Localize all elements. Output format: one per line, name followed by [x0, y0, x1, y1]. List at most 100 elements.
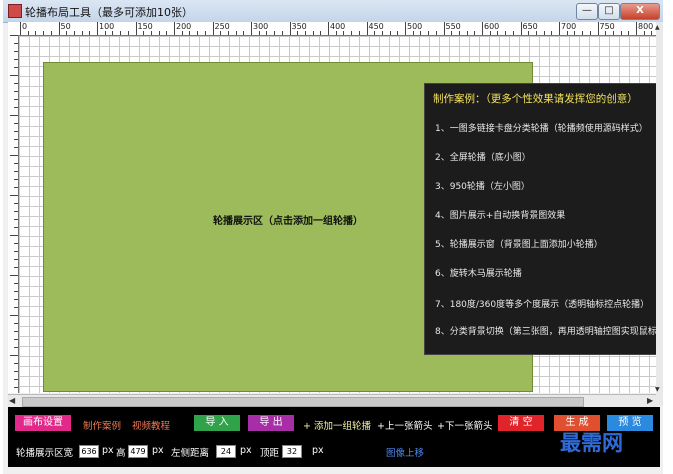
top-distance-field[interactable]: 32 [282, 445, 302, 458]
import-button[interactable]: 导 入 [194, 415, 240, 431]
design-canvas[interactable]: 轮播展示区（点击添加一组轮播） 制作案例：（更多个性效果请发挥您的创意） 1、一… [19, 36, 656, 393]
ruler-tick [328, 22, 329, 35]
ruler-tick [466, 31, 468, 35]
ruler-tick [14, 179, 18, 180]
ruler-tick [451, 31, 453, 35]
left-distance-field[interactable]: 24 [216, 445, 236, 458]
example-item[interactable]: 7、180度/360度等多个度展示（透明轴标控点轮播） [435, 297, 649, 310]
ruler-tick [158, 31, 160, 35]
horizontal-scrollbar[interactable]: ◀ ▶ [8, 394, 656, 407]
ruler-tick [14, 347, 18, 348]
ruler-tick [582, 31, 584, 35]
ruler-tick [104, 31, 106, 35]
ruler-tick [474, 31, 476, 35]
ruler-label: 450 [368, 22, 384, 31]
ruler-tick [97, 22, 98, 35]
example-item[interactable]: 5、轮播展示窗（背景图上面添加小轮播） [435, 237, 603, 250]
maximize-button[interactable]: □ [598, 3, 620, 20]
ruler-label: 100 [99, 22, 115, 31]
scroll-right-icon[interactable]: ▶ [647, 396, 653, 405]
ruler-tick [166, 31, 168, 35]
area-width-field[interactable]: 636 [79, 445, 99, 458]
example-item[interactable]: 8、分类背景切换（第三张图，再用透明轴控图实现鼠标 [435, 324, 656, 337]
ruler-label: 550 [445, 22, 461, 31]
example-item[interactable]: 4、图片展示+自动换背景图效果 [435, 208, 565, 221]
clear-button[interactable]: 清 空 [498, 415, 544, 431]
ruler-tick [43, 31, 45, 35]
ruler-tick [14, 171, 18, 172]
ruler-tick [366, 22, 368, 35]
ruler-tick [251, 22, 252, 35]
ruler-tick [14, 203, 18, 204]
video-tutorial-link[interactable]: 视频教程 [132, 418, 170, 432]
example-item[interactable]: 3、950轮播（左小图） [435, 179, 530, 192]
ruler-tick [497, 31, 499, 35]
example-item[interactable]: 6、旋转木马展示轮播 [435, 266, 522, 279]
example-item[interactable]: 2、全屏轮播（底小图） [435, 150, 531, 163]
ruler-tick [512, 31, 514, 35]
ruler-tick [14, 251, 18, 252]
ruler-tick [120, 31, 122, 35]
ruler-tick [258, 31, 260, 35]
area-width-label: 轮播展示区宽 [16, 448, 74, 459]
ruler-label: 600 [484, 22, 500, 31]
ruler-tick [428, 31, 430, 35]
scroll-down-icon[interactable]: ▼ [655, 386, 660, 393]
close-button[interactable]: X [620, 3, 660, 20]
ruler-label: 750 [599, 22, 615, 31]
ruler-tick [10, 115, 18, 116]
horizontal-scroll-thumb[interactable] [22, 397, 584, 407]
ruler-tick [212, 22, 214, 35]
ruler-tick [14, 363, 18, 364]
ruler-tick [27, 31, 29, 35]
ruler-tick [14, 43, 18, 44]
scroll-up-icon[interactable]: ▲ [655, 24, 660, 31]
ruler-tick [651, 31, 653, 35]
ruler-tick [397, 31, 399, 35]
ruler-tick [297, 31, 299, 35]
ruler-tick [266, 31, 268, 35]
ruler-tick [143, 31, 145, 35]
examples-title: 制作案例：（更多个性效果请发挥您的创意） [433, 93, 638, 105]
ruler-tick [458, 31, 460, 35]
ruler-tick [274, 31, 276, 35]
image-up-button[interactable]: 图像上移 [386, 445, 424, 459]
area-height-field[interactable]: 479 [128, 445, 148, 458]
ruler-tick [14, 267, 18, 268]
ruler-tick [14, 67, 18, 68]
canvas-settings-button[interactable]: 画布设置 [15, 415, 71, 431]
app-icon [8, 4, 22, 18]
minimize-button[interactable]: — [576, 3, 598, 20]
ruler-tick [14, 123, 18, 124]
ruler-tick [289, 22, 291, 35]
ruler-tick [127, 31, 129, 35]
ruler-tick [320, 31, 322, 35]
ruler-tick [412, 31, 414, 35]
prev-arrow-button[interactable]: +上一张箭头 [377, 418, 432, 432]
px-unit-1: px [102, 445, 114, 456]
ruler-tick [189, 31, 191, 35]
example-item[interactable]: 1、一图多链接卡盘分类轮播（轮播频使用源码样式） [435, 121, 648, 134]
ruler-tick [14, 379, 18, 380]
make-examples-link[interactable]: 制作案例 [83, 418, 121, 432]
ruler-label: 50 [60, 22, 71, 31]
ruler-tick [566, 31, 568, 35]
vertical-scrollbar[interactable]: ▲ ▼ [655, 22, 663, 406]
ruler-tick [58, 22, 60, 35]
ruler-tick [551, 31, 553, 35]
ruler-tick [505, 31, 507, 35]
ruler-tick [14, 91, 18, 92]
add-group-button[interactable]: + 添加一组轮播 [303, 418, 371, 432]
left-distance-label: 左侧距离 [171, 448, 210, 459]
ruler-tick [312, 31, 314, 35]
ruler-tick [73, 31, 75, 35]
scroll-left-icon[interactable]: ◀ [9, 396, 15, 405]
next-arrow-button[interactable]: +下一张箭头 [437, 418, 492, 432]
title-bar[interactable]: 轮播布局工具（最多可添加10张） — □ X [3, 0, 663, 23]
ruler-tick [14, 219, 18, 220]
examples-panel: 制作案例：（更多个性效果请发挥您的创意） 1、一图多链接卡盘分类轮播（轮播频使用… [424, 83, 656, 355]
ruler-tick [14, 387, 18, 388]
ruler-tick [10, 75, 18, 76]
export-button[interactable]: 导 出 [248, 415, 294, 431]
ruler-tick [220, 31, 222, 35]
